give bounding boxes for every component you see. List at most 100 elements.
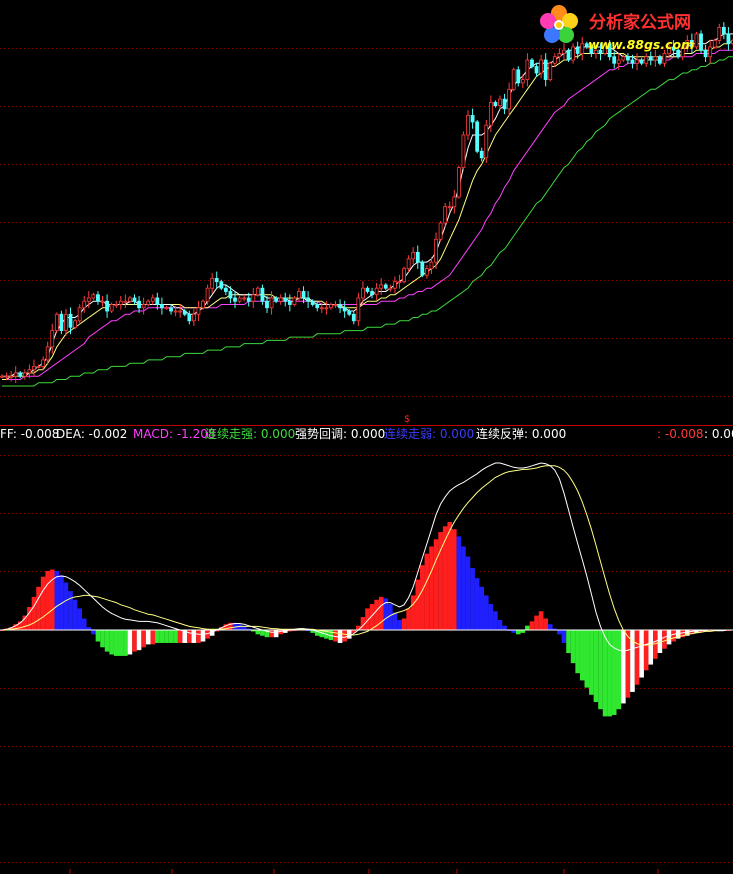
right-label-1: : 0.00: [704, 427, 733, 441]
candle-body: [470, 115, 475, 123]
candle-body: [566, 49, 571, 61]
bottom-marker: $: [404, 414, 410, 425]
candle-body: [726, 33, 731, 45]
candle-body: [530, 59, 534, 67]
candle-body: [644, 56, 649, 64]
macd-bar: [611, 630, 617, 715]
candle-body: [429, 261, 434, 270]
candle-body: [306, 297, 311, 302]
candle-body: [534, 66, 539, 74]
candle-body: [228, 291, 233, 299]
candle-body: [255, 287, 260, 296]
candle-body: [310, 300, 315, 305]
macd-bar: [40, 576, 46, 630]
candle-body: [653, 56, 658, 61]
macd-bar: [648, 630, 654, 665]
macd-bar: [273, 630, 279, 638]
macd-bar: [342, 630, 347, 642]
macd-bar: [127, 630, 133, 655]
macd-bar: [95, 630, 101, 642]
macd-bar: [474, 578, 480, 630]
candle-body: [621, 56, 626, 61]
candle-body: [562, 49, 566, 54]
candle-body: [9, 375, 14, 378]
candle-body: [658, 56, 662, 64]
candle-body: [365, 287, 370, 292]
candle-body: [424, 268, 429, 276]
candle-body: [580, 43, 585, 54]
candle-body: [694, 33, 699, 48]
macd-bar: [433, 539, 439, 630]
candle-body: [77, 307, 82, 322]
candle-body: [27, 369, 32, 374]
candle-body: [699, 33, 703, 51]
macd-bar: [479, 586, 485, 630]
candle-body: [383, 284, 388, 289]
candle-body: [635, 59, 639, 64]
candle-body: [54, 313, 59, 331]
candle-body: [571, 46, 575, 61]
candle-body: [109, 304, 114, 312]
candle-body: [374, 287, 379, 296]
candle-body: [438, 222, 443, 240]
candle-body: [45, 346, 50, 361]
macd-bar: [538, 611, 544, 630]
candle-body: [575, 46, 580, 54]
macd-bar: [456, 536, 462, 630]
macd-bar: [593, 630, 599, 702]
macd-bar: [141, 630, 146, 648]
macd-bar: [625, 630, 631, 698]
macd-bar: [543, 618, 548, 630]
candle-body: [187, 313, 192, 322]
candle-body: [4, 375, 9, 378]
candle-body: [82, 300, 87, 309]
macd-bar: [547, 624, 553, 630]
candle-body: [160, 304, 164, 309]
macd-bar: [132, 630, 137, 652]
candle-body: [484, 124, 489, 159]
macd-bar: [566, 630, 571, 654]
candle-body: [274, 297, 279, 302]
candle-body: [191, 313, 196, 322]
macd-bar: [77, 608, 82, 630]
candle-body: [59, 313, 64, 331]
candle-body: [511, 69, 516, 90]
macd-bar: [584, 630, 590, 688]
candle-body: [0, 375, 4, 378]
indicator-label-4: 强势回调: 0.000: [295, 427, 385, 441]
macd-bar: [602, 630, 608, 717]
candle-body: [639, 59, 644, 64]
candle-body: [196, 307, 201, 315]
candle-body: [420, 261, 425, 276]
macd-bar: [91, 630, 96, 635]
candle-body: [178, 310, 183, 313]
macd-bar: [63, 582, 69, 630]
candle-body: [237, 297, 242, 302]
candle-body: [402, 268, 406, 283]
candle-body: [260, 287, 265, 302]
macd-bar: [159, 630, 165, 643]
indicator-label-0: FF: -0.008: [0, 427, 59, 441]
stock-chart: $ FF: -0.008DEA: -0.002 MACD: -1.208连续走强:…: [0, 0, 733, 874]
macd-bar: [579, 630, 585, 681]
macd-bar: [255, 630, 261, 635]
candle-body: [493, 101, 498, 107]
candle-body: [717, 26, 722, 41]
candle-body: [50, 330, 55, 348]
candle-body: [287, 300, 292, 305]
watermark-url: www.88gs.com: [588, 37, 694, 52]
macd-bar: [196, 630, 201, 643]
macd-bar: [269, 630, 274, 638]
macd-bar: [378, 596, 384, 630]
candle-body: [379, 284, 384, 289]
macd-bar: [392, 612, 398, 630]
macd-bar: [173, 630, 178, 643]
candle-body: [164, 307, 169, 310]
macd-bar: [200, 630, 206, 642]
candle-body: [388, 287, 393, 290]
candle-body: [301, 291, 306, 299]
macd-bar: [54, 570, 60, 630]
macd-bar: [465, 556, 471, 630]
candle-body: [246, 297, 251, 302]
candle-body: [488, 101, 493, 126]
